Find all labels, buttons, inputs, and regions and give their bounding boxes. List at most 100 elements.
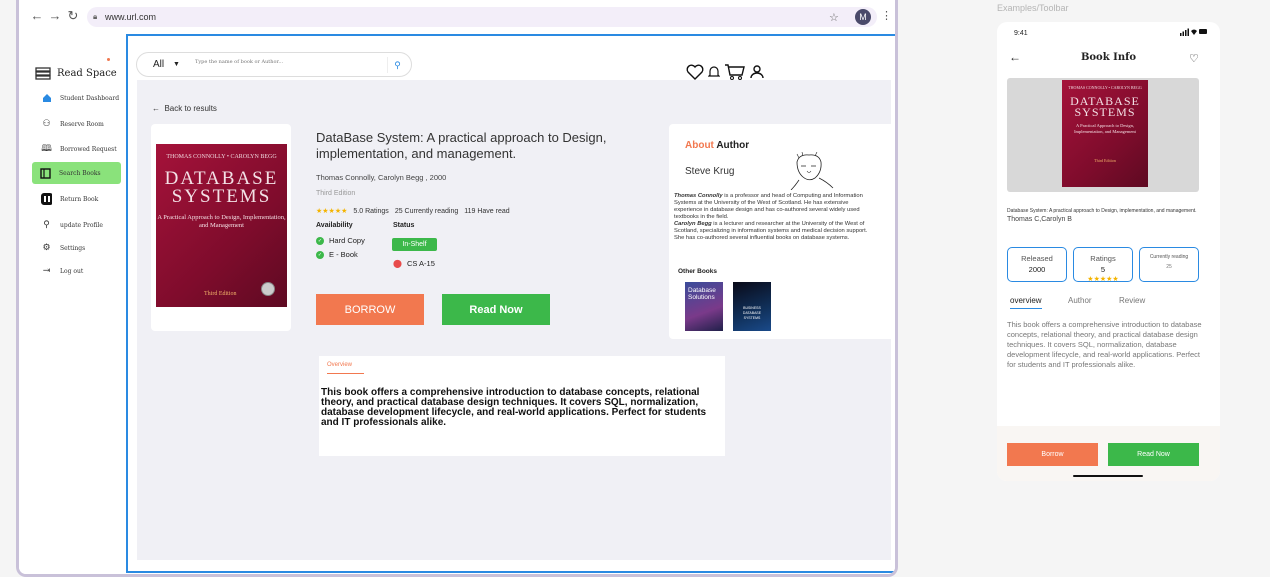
cover-edition: Third Edition (1094, 158, 1116, 163)
tab-overview[interactable]: Overview (327, 362, 364, 374)
cover-title: DATABASE SYSTEMS (1062, 95, 1148, 118)
sidebar: Read Space Student Dashboard ⚇ Reserve R… (19, 34, 126, 574)
stat-value: 5 ★★★★★ (1074, 265, 1132, 283)
cart-icon[interactable] (724, 63, 746, 81)
search-bar: All ▼ ⚲ (136, 52, 412, 77)
overview-text: This book offers a comprehensive introdu… (321, 387, 707, 428)
heart-icon[interactable] (686, 64, 704, 80)
books-logo-icon (35, 67, 51, 80)
overview-text: This book offers a comprehensive introdu… (1007, 320, 1202, 369)
search-books-icon (40, 167, 51, 179)
bio-name-1: Thomas Connolly (674, 193, 723, 199)
stat-value: 25 (1166, 264, 1172, 270)
sidebar-item-label: Student Dashboard (60, 94, 120, 102)
cover-author-line: THOMAS CONNOLLY • CAROLYN BEGG (166, 154, 277, 160)
notification-dot (107, 58, 110, 61)
availability-label: Hard Copy (329, 236, 365, 245)
borrow-button[interactable]: BORROW (316, 294, 424, 325)
status-time: 9:41 (1014, 30, 1028, 37)
ratings-row: ★★★★★ 5.0 Ratings 25 Currently reading 1… (316, 207, 510, 216)
profile-avatar[interactable]: M (855, 9, 871, 25)
location-pin-icon: ⬤ (393, 259, 402, 268)
read-now-button[interactable]: Read Now (1108, 443, 1199, 466)
heart-icon[interactable]: ♡ (1189, 52, 1199, 65)
other-book-title: Database Solutions (688, 287, 716, 301)
tab-author[interactable]: Author (1068, 296, 1092, 305)
browser-window: ← → ↻ www.url.com 🔒︎ ☆ M ⋮ Read Space St… (16, 0, 898, 577)
author-portrait-icon (790, 152, 834, 190)
check-icon: ✓ (316, 250, 324, 259)
cover-subtitle: A Practical Approach to Design, Implemen… (1074, 123, 1136, 134)
tab-overview[interactable]: overview (1010, 296, 1042, 309)
status-badge: In-Shelf (392, 238, 437, 251)
back-arrow-icon[interactable]: ← (29, 8, 45, 23)
sidebar-item-update-profile[interactable]: ⚲ update Profile (33, 215, 121, 235)
forward-arrow-icon[interactable]: → (47, 8, 63, 23)
app-logo[interactable]: Read Space (35, 67, 117, 80)
sidebar-item-label: Settings (60, 244, 86, 252)
other-book-cover[interactable]: BUSINESS DATABASE SYSTEMS (733, 282, 771, 331)
other-book-cover[interactable]: Database Solutions (685, 282, 723, 331)
author-name: Steve Krug (685, 166, 735, 177)
sidebar-item-log-out[interactable]: ⇥ Log out (33, 261, 121, 281)
return-icon (41, 193, 52, 205)
sidebar-item-search-books[interactable]: Search Books (32, 162, 121, 184)
availability-hard-copy: ✓ Hard Copy (316, 236, 365, 245)
stat-value: 2000 (1028, 265, 1046, 274)
address-bar[interactable]: www.url.com (87, 7, 877, 27)
sidebar-item-label: Return Book (60, 195, 99, 203)
book-cover: THOMAS CONNOLLY • CAROLYN BEGG DATABASE … (1062, 80, 1148, 187)
heading-rest: Author (716, 140, 750, 151)
dashboard-icon (41, 93, 52, 104)
search-input[interactable] (195, 59, 385, 65)
account-icon[interactable] (750, 65, 764, 79)
book-title: DataBase System: A practical approach to… (316, 130, 607, 161)
book-cover-card: THOMAS CONNOLLY • CAROLYN BEGG DATABASE … (151, 124, 291, 331)
stat-label: Ratings (1090, 254, 1116, 263)
search-filter-select[interactable]: All (153, 59, 164, 70)
cover-title-line-2: SYSTEMS (171, 186, 272, 207)
more-menu-icon[interactable]: ⋮ (881, 9, 892, 22)
main-content: All ▼ ⚲ ← Back to results THOMAS CONNOLL… (126, 34, 895, 573)
shelf-location: ⬤ CS A-15 (393, 259, 435, 268)
sidebar-item-return-book[interactable]: Return Book (33, 189, 121, 209)
availability-ebook: ✓ E - Book (316, 250, 358, 259)
stat-value-number: 5 (1100, 265, 1106, 274)
cover-author-line: THOMAS CONNOLLY • CAROLYN BEGG (1068, 85, 1142, 90)
sidebar-item-label: Search Books (59, 169, 101, 177)
cover-backdrop: THOMAS CONNOLLY • CAROLYN BEGG DATABASE … (1007, 78, 1199, 192)
location-text: CS A-15 (406, 259, 435, 268)
reload-icon[interactable]: ↻ (65, 8, 81, 24)
bookmark-star-icon[interactable]: ☆ (829, 11, 839, 24)
tab-review[interactable]: Review (1119, 296, 1145, 305)
stat-label: Released (1021, 254, 1053, 263)
other-books-heading: Other Books (678, 268, 718, 275)
sidebar-item-borrowed-request[interactable]: 🕮︎ Borrowed Request (33, 139, 121, 159)
stat-ratings: Ratings 5 ★★★★★ (1073, 247, 1133, 283)
read-now-button[interactable]: Read Now (442, 294, 550, 325)
status-icons (1180, 28, 1208, 38)
search-icon[interactable]: ⚲ (387, 57, 407, 73)
book-edition: Third Edition (316, 190, 356, 197)
have-read-text: 119 Have read (464, 207, 510, 215)
star-rating-icon: ★★★★★ (316, 208, 348, 215)
bell-icon[interactable] (708, 65, 720, 79)
sidebar-item-label: Reserve Room (60, 120, 104, 128)
bio-name-2: Carolyn Begg (674, 221, 712, 227)
cover-subtitle: A Practical Approach to Design, Implemen… (157, 214, 286, 229)
sidebar-item-student-dashboard[interactable]: Student Dashboard (33, 88, 121, 108)
cover-badge-icon (261, 282, 275, 296)
borrow-button[interactable]: Borrow (1007, 443, 1098, 466)
other-book-title: BUSINESS DATABASE SYSTEMS (742, 306, 762, 320)
about-author-heading: About Author (685, 140, 749, 151)
stat-released: Released 2000 (1007, 247, 1067, 282)
top-icons (686, 63, 764, 81)
caret-down-icon[interactable]: ▼ (173, 61, 180, 68)
app-name: Read Space (57, 68, 117, 79)
back-to-results-link[interactable]: ← Back to results (152, 104, 217, 113)
sidebar-item-reserve-room[interactable]: ⚇ Reserve Room (33, 114, 121, 134)
cover-edition: Third Edition (204, 291, 237, 297)
stat-currently-reading: Currently reading 25 (1139, 247, 1199, 282)
signal-wifi-battery-icon (1180, 28, 1207, 36)
sidebar-item-settings[interactable]: ⚙ Settings (33, 238, 121, 258)
